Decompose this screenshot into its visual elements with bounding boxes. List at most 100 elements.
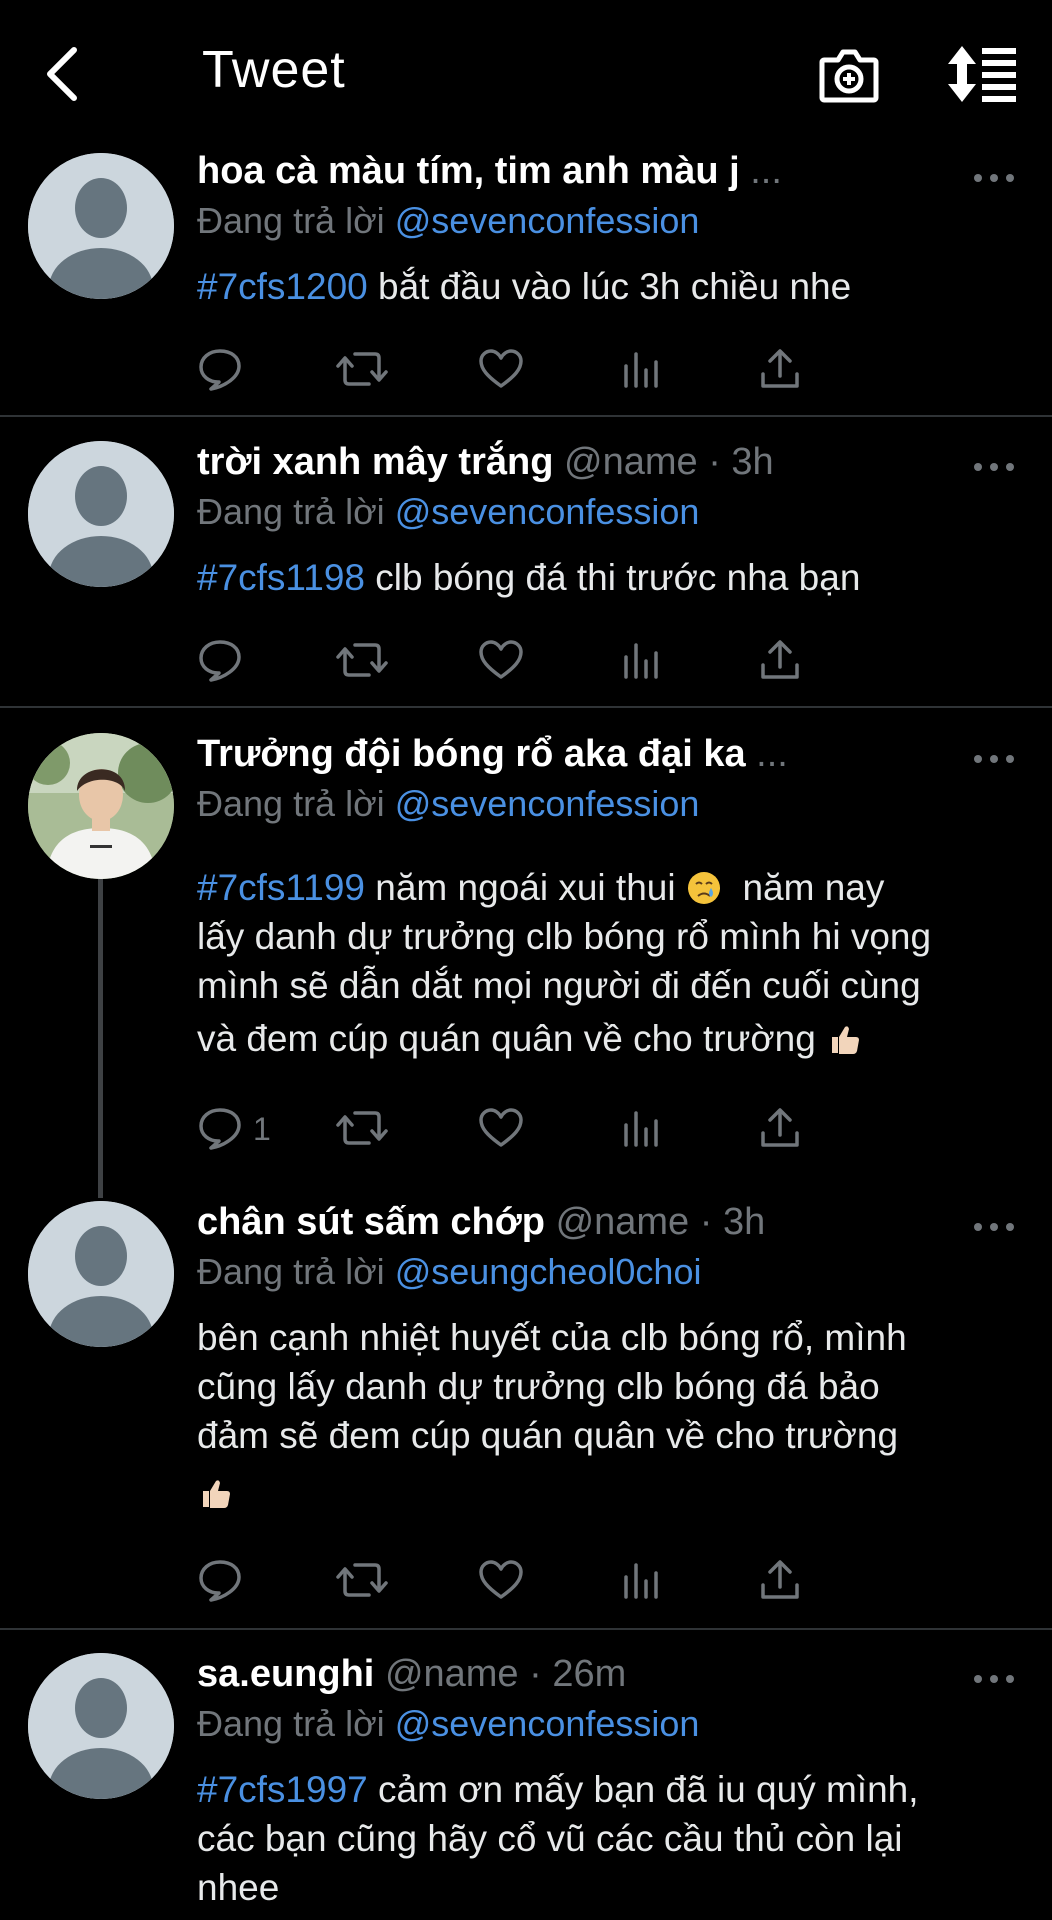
share-button[interactable] bbox=[757, 1557, 807, 1607]
tweet-text: #7cfs1199 năm ngoái xui thui năm nay lấy… bbox=[197, 863, 1027, 1063]
hashtag-link[interactable]: #7cfs1198 bbox=[197, 557, 365, 598]
tweet-body-text: và đem cúp quán quân về cho trường bbox=[197, 1018, 816, 1059]
reply-button[interactable]: 1 bbox=[197, 1105, 317, 1155]
more-button[interactable] bbox=[972, 1669, 1016, 1689]
back-button[interactable] bbox=[40, 44, 90, 104]
reply-button[interactable] bbox=[197, 637, 317, 687]
views-button[interactable] bbox=[617, 637, 667, 687]
views-button[interactable] bbox=[617, 346, 667, 396]
mention-link[interactable]: @sevenconfession bbox=[395, 491, 700, 532]
retweet-button[interactable] bbox=[335, 1557, 395, 1607]
tweet-body-text: clb bóng đá thi trước nha bạn bbox=[375, 557, 861, 598]
share-button[interactable] bbox=[757, 637, 807, 687]
default-avatar-icon bbox=[28, 153, 174, 299]
avatar[interactable] bbox=[28, 1201, 174, 1347]
tweet-body-text: nhee bbox=[197, 1867, 280, 1908]
tweet-body-text: cũng lấy danh dự trưởng clb bóng đá bảo bbox=[197, 1366, 880, 1407]
replying-to-label: Đang trả lời bbox=[197, 1703, 385, 1744]
replying-to-label: Đang trả lời bbox=[197, 1251, 385, 1292]
hashtag-link[interactable]: #7cfs1997 bbox=[197, 1769, 368, 1810]
replying-to-label: Đang trả lời bbox=[197, 200, 385, 241]
tweet-text: bên cạnh nhiệt huyết của clb bóng rổ, mì… bbox=[197, 1313, 1027, 1517]
tweet-body-text: mình sẽ dẫn dắt mọi người đi đến cuối cù… bbox=[197, 965, 921, 1006]
replying-to-label: Đang trả lời bbox=[197, 783, 385, 824]
tweet-body-text: đảm sẽ đem cúp quán quân về cho trường bbox=[197, 1415, 899, 1456]
tweet-text: #7cfs1200 bắt đầu vào lúc 3h chiều nhe bbox=[197, 262, 1027, 311]
more-horizontal-icon bbox=[974, 755, 1014, 763]
display-name[interactable]: hoa cà màu tím, tim anh màu j bbox=[197, 150, 740, 192]
mention-link[interactable]: @seungcheol0choi bbox=[395, 1251, 702, 1292]
retweet-icon bbox=[336, 1563, 388, 1597]
like-button[interactable] bbox=[477, 346, 527, 396]
tweet-body-text: năm nay bbox=[742, 867, 885, 908]
retweet-icon bbox=[336, 643, 388, 677]
user-handle[interactable]: @name bbox=[385, 1653, 519, 1695]
tweet[interactable]: chân sút sấm chớp @name · 3h Đang trả lờ… bbox=[0, 1201, 1052, 1602]
tweet-body-text: năm ngoái xui thui bbox=[375, 867, 676, 908]
like-button[interactable] bbox=[477, 1557, 527, 1607]
more-horizontal-icon bbox=[974, 1675, 1014, 1683]
more-button[interactable] bbox=[972, 749, 1016, 769]
default-avatar-icon bbox=[28, 1201, 174, 1347]
share-icon bbox=[761, 1108, 799, 1147]
bar-chart-icon bbox=[624, 1111, 658, 1147]
tweet-text: #7cfs1997 cảm ơn mấy bạn đã iu quý mình,… bbox=[197, 1765, 1027, 1912]
comment-icon bbox=[199, 349, 241, 391]
like-button[interactable] bbox=[477, 637, 527, 687]
more-button[interactable] bbox=[972, 457, 1016, 477]
chevron-left-icon bbox=[47, 47, 77, 101]
tweet-body-text: lấy danh dự trưởng clb bóng rổ mình hi v… bbox=[197, 916, 932, 957]
tweet[interactable]: sa.eunghi @name · 26m Đang trả lời @seve… bbox=[0, 1653, 1052, 1920]
mention-link[interactable]: @sevenconfession bbox=[395, 783, 700, 824]
hashtag-link[interactable]: #7cfs1199 bbox=[197, 867, 365, 908]
avatar[interactable] bbox=[28, 1653, 174, 1799]
avatar[interactable] bbox=[28, 441, 174, 587]
tweet[interactable]: trời xanh mây trắng @name · 3h Đang trả … bbox=[0, 441, 1052, 706]
avatar[interactable] bbox=[28, 153, 174, 299]
thumbs-up-emoji-icon bbox=[832, 1026, 860, 1054]
more-button[interactable] bbox=[972, 168, 1016, 188]
tweet-body-text: bên cạnh nhiệt huyết của clb bóng rổ, mì… bbox=[197, 1317, 907, 1358]
display-name[interactable]: sa.eunghi bbox=[197, 1653, 374, 1695]
top-bar: Tweet bbox=[0, 0, 1052, 150]
share-button[interactable] bbox=[757, 1105, 807, 1155]
replying-to-label: Đang trả lời bbox=[197, 491, 385, 532]
divider bbox=[0, 706, 1052, 708]
like-button[interactable] bbox=[477, 1105, 527, 1155]
sort-icon bbox=[948, 46, 1016, 102]
heart-icon bbox=[479, 640, 523, 679]
retweet-button[interactable] bbox=[335, 1105, 395, 1155]
mention-link[interactable]: @sevenconfession bbox=[395, 200, 700, 241]
user-handle[interactable]: @name bbox=[564, 441, 698, 483]
tweet-body-text: các bạn cũng hãy cổ vũ các cầu thủ còn l… bbox=[197, 1818, 903, 1859]
tweet[interactable]: Trưởng đội bóng rổ aka đại ka ... Đang t… bbox=[0, 733, 1052, 1173]
hashtag-link[interactable]: #7cfs1200 bbox=[197, 266, 368, 307]
camera-plus-icon bbox=[819, 49, 879, 103]
heart-icon bbox=[479, 1108, 523, 1147]
timestamp: · 3h bbox=[708, 441, 774, 483]
timestamp: · 3h bbox=[699, 1201, 766, 1243]
retweet-button[interactable] bbox=[335, 346, 395, 396]
views-button[interactable] bbox=[617, 1557, 667, 1607]
display-name[interactable]: trời xanh mây trắng bbox=[197, 441, 553, 483]
sort-button[interactable] bbox=[948, 44, 1018, 104]
retweet-button[interactable] bbox=[335, 637, 395, 687]
divider bbox=[0, 415, 1052, 417]
display-name[interactable]: chân sút sấm chớp bbox=[197, 1201, 545, 1243]
share-button[interactable] bbox=[757, 346, 807, 396]
crying-face-emoji-icon bbox=[687, 872, 720, 904]
divider bbox=[0, 1628, 1052, 1630]
display-name[interactable]: Trưởng đội bóng rổ aka đại ka bbox=[197, 733, 746, 775]
reply-button[interactable] bbox=[197, 346, 317, 396]
mention-link[interactable]: @sevenconfession bbox=[395, 1703, 700, 1744]
reply-button[interactable] bbox=[197, 1557, 317, 1607]
more-button[interactable] bbox=[972, 1217, 1016, 1237]
user-handle[interactable]: @name bbox=[556, 1201, 690, 1243]
bar-chart-icon bbox=[624, 1563, 658, 1599]
tweet[interactable]: hoa cà màu tím, tim anh màu j ... Đang t… bbox=[0, 150, 1052, 415]
views-button[interactable] bbox=[617, 1105, 667, 1155]
thumbs-up-emoji-icon bbox=[203, 1480, 230, 1508]
avatar[interactable] bbox=[28, 733, 174, 879]
default-avatar-icon bbox=[28, 441, 174, 587]
camera-button[interactable] bbox=[818, 44, 880, 106]
